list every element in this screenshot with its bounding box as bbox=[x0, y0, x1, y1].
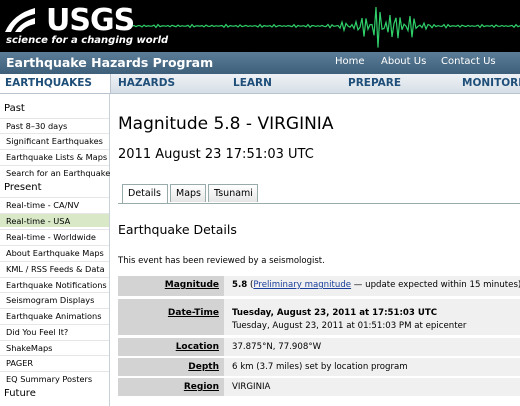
table-row: Location 37.875°N, 77.908°W bbox=[118, 338, 520, 356]
sidebar-heading-present: Present bbox=[4, 182, 42, 193]
usgs-banner: USGS science for a changing world bbox=[0, 0, 520, 52]
datetime-label[interactable]: Date-Time bbox=[118, 299, 224, 335]
tab-details[interactable]: Details bbox=[122, 184, 168, 204]
datetime-utc: Tuesday, August 23, 2011 at 17:51:03 UTC bbox=[232, 308, 438, 318]
nav-prepare[interactable]: PREPARE bbox=[348, 77, 401, 89]
location-label[interactable]: Location bbox=[118, 338, 224, 356]
usgs-logo-icon[interactable] bbox=[5, 6, 35, 32]
magnitude-label[interactable]: Magnitude bbox=[118, 276, 224, 296]
datetime-local: Tuesday, August 23, 2011 at 01:51:03 PM … bbox=[232, 321, 467, 331]
sidebar-item-shakemaps[interactable]: ShakeMaps bbox=[0, 340, 109, 354]
nav-earthquakes[interactable]: EARTHQUAKES bbox=[5, 77, 92, 89]
about-us-link[interactable]: About Us bbox=[381, 56, 426, 67]
preliminary-magnitude-link[interactable]: Preliminary magnitude bbox=[253, 280, 351, 290]
program-title[interactable]: Earthquake Hazards Program bbox=[6, 55, 213, 70]
sidebar-item-pager[interactable]: PAGER bbox=[0, 355, 109, 369]
section-title: Earthquake Details bbox=[118, 222, 237, 237]
sidebar-item-lists-maps[interactable]: Earthquake Lists & Maps bbox=[0, 149, 109, 163]
magnitude-value: 5.8 (Preliminary magnitude — update expe… bbox=[232, 280, 520, 290]
sidebar-item-animations[interactable]: Earthquake Animations bbox=[0, 308, 109, 322]
tab-maps[interactable]: Maps bbox=[170, 184, 206, 202]
sidebar-item-realtime-usa[interactable]: Real-time - USA bbox=[0, 213, 109, 227]
main-nav: EARTHQUAKES HAZARDS LEARN PREPARE MONITO… bbox=[0, 74, 520, 94]
depth-value: 6 km (3.7 miles) set by location program bbox=[232, 362, 408, 372]
region-value: VIRGINIA bbox=[232, 382, 271, 392]
sidebar-item-eq-posters[interactable]: EQ Summary Posters bbox=[0, 371, 109, 385]
program-bar: Earthquake Hazards Program Home About Us… bbox=[0, 52, 520, 74]
nav-learn[interactable]: LEARN bbox=[233, 77, 272, 89]
table-row: Magnitude 5.8 (Preliminary magnitude — u… bbox=[118, 276, 520, 296]
home-link[interactable]: Home bbox=[335, 56, 365, 67]
sidebar-item-notifications[interactable]: Earthquake Notifications bbox=[0, 277, 109, 291]
table-row: Date-Time Tuesday, August 23, 2011 at 17… bbox=[118, 299, 520, 335]
sidebar-item-realtime-ca-nv[interactable]: Real-time - CA/NV bbox=[0, 197, 109, 211]
review-note: This event has been reviewed by a seismo… bbox=[118, 256, 325, 266]
usgs-tagline: science for a changing world bbox=[6, 35, 169, 46]
sidebar: Past Past 8–30 days Significant Earthqua… bbox=[0, 94, 110, 406]
location-value: 37.875°N, 77.908°W bbox=[232, 342, 322, 352]
depth-label[interactable]: Depth bbox=[118, 358, 224, 376]
table-row: Region VIRGINIA bbox=[118, 378, 520, 396]
tab-divider bbox=[118, 203, 520, 204]
sidebar-item-past-8-30[interactable]: Past 8–30 days bbox=[0, 118, 109, 132]
sidebar-item-significant[interactable]: Significant Earthquakes bbox=[0, 133, 109, 147]
page-title: Magnitude 5.8 - VIRGINIA bbox=[118, 114, 334, 134]
nav-hazards[interactable]: HAZARDS bbox=[118, 77, 175, 89]
page-subtitle: 2011 August 23 17:51:03 UTC bbox=[118, 147, 314, 162]
sidebar-item-about-maps[interactable]: About Earthquake Maps bbox=[0, 245, 109, 259]
nav-monitoring[interactable]: MONITORI bbox=[462, 77, 520, 89]
sidebar-item-search[interactable]: Search for an Earthquake bbox=[0, 165, 110, 179]
sidebar-heading-future: Future bbox=[4, 388, 36, 399]
sidebar-heading-past: Past bbox=[4, 103, 25, 114]
region-label[interactable]: Region bbox=[118, 378, 224, 396]
contact-us-link[interactable]: Contact Us bbox=[441, 56, 496, 67]
main-content: Magnitude 5.8 - VIRGINIA 2011 August 23 … bbox=[118, 94, 520, 406]
tab-tsunami[interactable]: Tsunami bbox=[208, 184, 258, 202]
table-row: Depth 6 km (3.7 miles) set by location p… bbox=[118, 358, 520, 376]
sidebar-item-seismograms[interactable]: Seismogram Displays bbox=[0, 292, 109, 306]
sidebar-item-dyfi[interactable]: Did You Feel It? bbox=[0, 324, 109, 338]
sidebar-item-kml-rss[interactable]: KML / RSS Feeds & Data bbox=[0, 261, 109, 275]
sidebar-item-realtime-worldwide[interactable]: Real-time - Worldwide bbox=[0, 229, 109, 243]
